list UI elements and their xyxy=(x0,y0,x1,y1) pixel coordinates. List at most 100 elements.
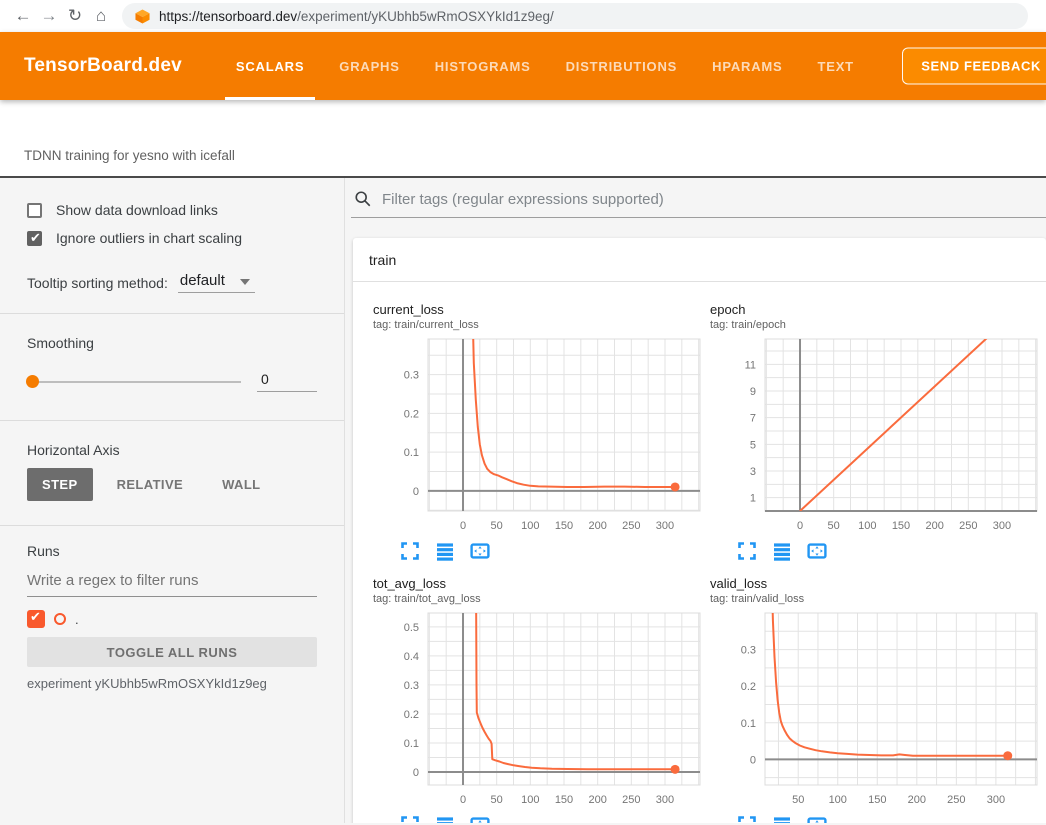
smoothing-value-input[interactable]: 0 xyxy=(257,371,317,392)
reload-icon[interactable]: ↻ xyxy=(62,2,88,30)
toggle-y-axis-icon[interactable] xyxy=(434,814,456,823)
runs-filter-input[interactable] xyxy=(27,570,317,597)
smoothing-slider-thumb[interactable] xyxy=(26,375,39,388)
smoothing-label: Smoothing xyxy=(27,335,317,351)
svg-text:250: 250 xyxy=(622,794,640,806)
run-checkbox[interactable] xyxy=(27,610,45,628)
svg-text:300: 300 xyxy=(656,520,674,532)
divider xyxy=(0,525,344,526)
svg-text:50: 50 xyxy=(828,520,840,532)
tooltip-sorting-row: Tooltip sorting method: default xyxy=(27,272,317,293)
axis-option-wall[interactable]: WALL xyxy=(207,468,275,501)
fullscreen-icon[interactable] xyxy=(399,814,421,823)
last-point-marker xyxy=(671,482,680,491)
filter-tags-row xyxy=(351,190,1046,218)
last-point-marker xyxy=(671,765,680,774)
svg-text:0.2: 0.2 xyxy=(404,408,419,420)
svg-text:0: 0 xyxy=(460,520,466,532)
nav-tabs: SCALARS GRAPHS HISTOGRAMS DISTRIBUTIONS HPAR… xyxy=(234,32,887,100)
send-feedback-button[interactable]: SEND FEEDBACK xyxy=(902,48,1046,85)
search-icon xyxy=(354,190,372,208)
chart-plot-epoch[interactable]: 0501001502002503001357911 xyxy=(710,337,1044,537)
svg-text:300: 300 xyxy=(656,794,674,806)
forward-icon[interactable]: → xyxy=(36,2,62,30)
svg-text:50: 50 xyxy=(491,520,503,532)
svg-text:0.4: 0.4 xyxy=(404,651,419,663)
tab-scalars[interactable]: SCALARS xyxy=(234,32,306,100)
fit-domain-icon[interactable] xyxy=(469,540,491,562)
ignore-outliers-checkbox[interactable] xyxy=(27,231,42,246)
toggle-y-axis-icon[interactable] xyxy=(771,540,793,562)
svg-text:150: 150 xyxy=(555,520,573,532)
chart-plot-tot_avg_loss[interactable]: 05010015020025030000.10.20.30.40.5 xyxy=(373,611,707,811)
fullscreen-icon[interactable] xyxy=(736,814,758,823)
svg-text:9: 9 xyxy=(750,386,756,398)
svg-text:0.3: 0.3 xyxy=(404,680,419,692)
tag-section-header[interactable]: train xyxy=(353,238,1046,282)
axis-option-relative[interactable]: RELATIVE xyxy=(102,468,199,501)
url-text: https://tensorboard.dev/experiment/yKUbh… xyxy=(159,9,554,24)
chart-title: tot_avg_loss xyxy=(373,576,710,591)
tab-text[interactable]: TEXT xyxy=(815,32,855,100)
chart-tag: tag: train/tot_avg_loss xyxy=(373,593,710,605)
tooltip-sorting-select[interactable]: default xyxy=(178,272,255,293)
chart-plot-valid_loss[interactable]: 5010015020025030000.10.20.3 xyxy=(710,611,1044,811)
show-download-links-row: Show data download links xyxy=(27,198,317,222)
svg-text:0: 0 xyxy=(413,486,419,498)
svg-text:300: 300 xyxy=(993,520,1011,532)
filter-tags-input[interactable] xyxy=(382,191,1046,208)
tab-hparams[interactable]: HPARAMS xyxy=(710,32,784,100)
svg-text:250: 250 xyxy=(947,794,965,806)
tab-graphs[interactable]: GRAPHS xyxy=(337,32,401,100)
toggle-all-runs-button[interactable]: TOGGLE ALL RUNS xyxy=(27,637,317,667)
url-domain: https://tensorboard.dev xyxy=(159,9,297,24)
svg-text:0.1: 0.1 xyxy=(741,718,756,730)
svg-text:250: 250 xyxy=(622,520,640,532)
run-row: . xyxy=(27,610,317,628)
tab-histograms[interactable]: HISTOGRAMS xyxy=(433,32,533,100)
show-download-links-checkbox[interactable] xyxy=(27,203,42,218)
chart-actions xyxy=(399,540,710,562)
chart-actions xyxy=(736,540,1046,562)
chart-actions xyxy=(736,814,1046,823)
tag-section-title: train xyxy=(369,252,396,268)
address-bar[interactable]: https://tensorboard.dev/experiment/yKUbh… xyxy=(122,3,1028,29)
tag-section-card: train current_losstag: train/current_los… xyxy=(353,238,1046,823)
app-header: TensorBoard.dev SCALARSGRAPHSHISTOGRAMSD… xyxy=(0,32,1046,100)
svg-text:0: 0 xyxy=(413,767,419,779)
svg-text:0: 0 xyxy=(750,754,756,766)
svg-text:3: 3 xyxy=(750,466,756,478)
experiment-title: TDNN training for yesno with icefall xyxy=(24,148,235,163)
chart-title: epoch xyxy=(710,302,1046,317)
back-icon[interactable]: ← xyxy=(10,2,36,30)
fit-domain-icon[interactable] xyxy=(806,540,828,562)
experiment-title-bar: TDNN training for yesno with icefall xyxy=(0,100,1046,178)
svg-text:200: 200 xyxy=(588,794,606,806)
svg-text:0: 0 xyxy=(797,520,803,532)
fit-domain-icon[interactable] xyxy=(469,814,491,823)
svg-text:200: 200 xyxy=(925,520,943,532)
axis-option-step[interactable]: STEP xyxy=(27,468,93,501)
svg-text:250: 250 xyxy=(959,520,977,532)
chart-actions xyxy=(399,814,710,823)
svg-text:0.1: 0.1 xyxy=(404,447,419,459)
fit-domain-icon[interactable] xyxy=(806,814,828,823)
ignore-outliers-row: Ignore outliers in chart scaling xyxy=(27,226,317,250)
home-icon[interactable]: ⌂ xyxy=(88,2,114,30)
fullscreen-icon[interactable] xyxy=(399,540,421,562)
toggle-y-axis-icon[interactable] xyxy=(434,540,456,562)
run-name: . xyxy=(75,612,79,627)
horizontal-axis-buttons: STEP RELATIVEWALL xyxy=(27,468,317,501)
chart-card-valid_loss: valid_losstag: train/valid_loss501001502… xyxy=(710,576,1046,823)
fullscreen-icon[interactable] xyxy=(736,540,758,562)
svg-text:0.3: 0.3 xyxy=(741,645,756,657)
show-download-links-label: Show data download links xyxy=(56,202,218,218)
chart-card-epoch: epochtag: train/epoch0501001502002503001… xyxy=(710,302,1046,562)
chart-card-current_loss: current_losstag: train/current_loss05010… xyxy=(373,302,710,562)
ignore-outliers-label: Ignore outliers in chart scaling xyxy=(56,230,242,246)
divider xyxy=(0,313,344,314)
toggle-y-axis-icon[interactable] xyxy=(771,814,793,823)
tab-distributions[interactable]: DISTRIBUTIONS xyxy=(564,32,680,100)
chart-plot-current_loss[interactable]: 05010015020025030000.10.20.3 xyxy=(373,337,707,537)
smoothing-slider[interactable] xyxy=(27,381,241,383)
